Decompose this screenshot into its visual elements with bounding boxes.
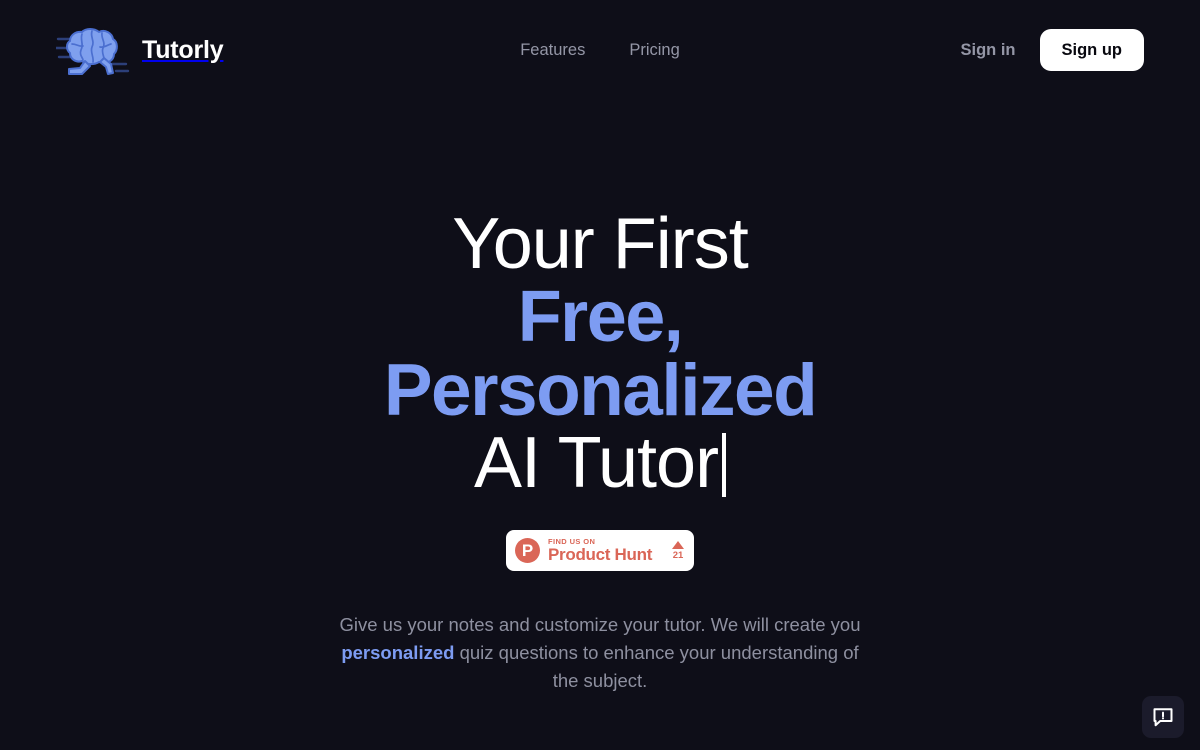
running-brain-logo-icon: [56, 28, 130, 75]
subtitle-highlight: personalized: [341, 642, 455, 663]
subtitle-part-1: Give us your notes and customize your tu…: [339, 614, 861, 635]
feedback-button[interactable]: [1142, 696, 1184, 738]
hero-subtitle: Give us your notes and customize your tu…: [330, 611, 870, 695]
headline-typed-text: AI Tutor: [473, 423, 719, 503]
nav-link-pricing[interactable]: Pricing: [629, 41, 679, 60]
page-title: Your First Free, Personalized AI Tutor: [0, 208, 1200, 500]
hero-section: Your First Free, Personalized AI Tutor P…: [0, 100, 1200, 750]
headline-line-2: Free,: [517, 277, 684, 357]
primary-nav: Features Pricing: [520, 41, 680, 60]
product-hunt-upvotes[interactable]: 21: [672, 540, 684, 561]
subtitle-part-2: quiz questions to enhance your understan…: [454, 642, 859, 691]
typing-caret: [722, 433, 727, 497]
headline-line-3: Personalized: [383, 350, 818, 431]
product-hunt-upvote-count: 21: [672, 549, 684, 561]
nav-link-features[interactable]: Features: [520, 41, 585, 60]
sign-up-button[interactable]: Sign up: [1039, 28, 1144, 72]
triangle-up-icon: [672, 540, 684, 549]
auth-actions: Sign in Sign up: [961, 28, 1144, 72]
product-hunt-text: FIND US ON Product Hunt: [548, 537, 652, 565]
headline-line-4: AI Tutor: [0, 427, 1200, 500]
brand-name: Tutorly: [142, 35, 224, 64]
feedback-speech-bubble-icon: [1153, 708, 1173, 727]
product-hunt-mark-icon: P: [515, 538, 540, 563]
sign-in-link[interactable]: Sign in: [961, 41, 1016, 60]
headline-line-1: Your First: [452, 204, 748, 284]
product-hunt-badge[interactable]: P FIND US ON Product Hunt 21: [506, 530, 694, 571]
product-hunt-title: Product Hunt: [548, 544, 653, 564]
site-header: Tutorly Features Pricing Sign in Sign up: [0, 0, 1200, 100]
brand-logo-link[interactable]: Tutorly: [56, 22, 224, 78]
